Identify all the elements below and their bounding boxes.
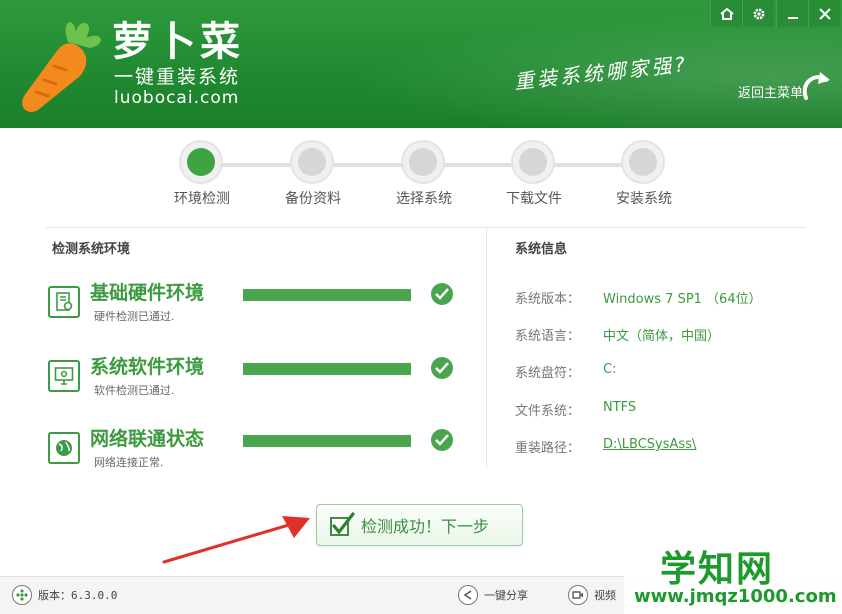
info-value: Windows 7 SP1 （64位） [603, 292, 762, 307]
back-menu-label: 返回主菜单 [738, 86, 804, 101]
step-label: 安装系统 [616, 191, 672, 207]
minimize-button[interactable] [776, 0, 808, 27]
app-header: 萝卜菜 一键重装系统 luobocai.com 重装系统哪家强? 返回主菜单 [0, 0, 842, 128]
close-button[interactable] [808, 0, 840, 27]
step-label: 备份资料 [285, 191, 341, 207]
watermark: 学知网 www.jmqz1000.com [624, 540, 842, 614]
step-download: 下载文件 [492, 138, 568, 212]
check-status: 网络连接正常. [94, 456, 164, 469]
info-os-version: 系统版本： Windows 7 SP1 （64位） [515, 288, 835, 308]
check-status: 软件检测已通过. [94, 384, 175, 397]
monitor-gear-icon [48, 360, 80, 392]
progress-fill [243, 289, 411, 301]
info-label: 系统盘符： [515, 366, 581, 381]
info-label: 重装路径： [515, 441, 581, 456]
checkbox-checked-icon [330, 512, 355, 536]
check-ok-icon [431, 357, 453, 379]
brand-name: 萝卜菜 [112, 19, 244, 65]
check-status: 硬件检测已通过. [94, 310, 175, 323]
next-step-label: 检测成功！下一步 [361, 517, 490, 536]
video-icon [568, 585, 588, 605]
brand-url: luobocai.com [114, 88, 240, 108]
progress-steps: 环境检测 备份资料 选择系统 下载文件 安装系统 [150, 138, 710, 212]
settings-button[interactable] [742, 0, 774, 27]
sysinfo-section-title: 系统信息 [515, 242, 568, 257]
step-label: 下载文件 [506, 191, 562, 207]
check-progress-bar [243, 289, 411, 301]
watermark-url: www.jmqz1000.com [634, 586, 837, 607]
step-indicator [401, 140, 445, 184]
detect-section-title: 检测系统环境 [52, 242, 131, 257]
progress-fill [243, 435, 411, 447]
check-progress-bar [243, 435, 411, 447]
gear-icon [753, 8, 764, 19]
info-label: 系统版本： [515, 292, 581, 307]
home-icon [719, 7, 734, 20]
check-network: 网络联通状态 网络连接正常. [48, 424, 468, 480]
step-indicator [511, 140, 555, 184]
share-icon [458, 585, 478, 605]
step-select-system: 选择系统 [382, 138, 458, 212]
one-click-share-button[interactable]: 一键分享 [458, 585, 528, 605]
step-label: 选择系统 [396, 191, 452, 207]
carrot-logo-icon [22, 22, 102, 113]
share-label: 一键分享 [484, 589, 528, 602]
version-label: 版本：6.3.0.0 [38, 589, 118, 602]
info-file-system: 文件系统： NTFS [515, 400, 835, 420]
next-step-button[interactable]: 检测成功！下一步 [316, 504, 523, 546]
column-divider [486, 228, 487, 468]
version-info: 版本：6.3.0.0 [12, 585, 117, 605]
step-indicator [290, 140, 334, 184]
info-value: NTFS [603, 400, 637, 415]
step-indicator [179, 140, 223, 184]
check-title: 基础硬件环境 [90, 282, 205, 304]
brand-subtitle: 一键重装系统 [114, 66, 241, 88]
check-ok-icon [431, 283, 453, 305]
info-value: C: [603, 362, 617, 377]
content-divider [46, 227, 806, 228]
info-label: 文件系统： [515, 404, 581, 419]
info-language: 系统语言： 中文（简体，中国） [515, 325, 835, 345]
reinstall-path-link[interactable]: D:\LBCSysAss\ [603, 437, 696, 452]
hardware-icon [48, 286, 80, 318]
progress-fill [243, 363, 411, 375]
red-arrow-annotation [162, 516, 310, 564]
step-install: 安装系统 [602, 138, 678, 212]
globe-icon [48, 432, 80, 464]
info-system-drive: 系统盘符： C: [515, 362, 835, 382]
video-label: 视频 [594, 589, 616, 602]
close-icon [818, 7, 831, 20]
info-value: 中文（简体，中国） [603, 329, 721, 344]
return-arrow-icon [802, 72, 830, 100]
minimize-icon [787, 16, 798, 19]
info-reinstall-path: 重装路径： D:\LBCSysAss\ [515, 437, 835, 457]
step-env-check: 环境检测 [160, 138, 236, 212]
step-indicator [621, 140, 665, 184]
info-label: 系统语言： [515, 329, 581, 344]
step-label: 环境检测 [174, 191, 230, 207]
step-backup: 备份资料 [271, 138, 347, 212]
check-progress-bar [243, 363, 411, 375]
check-title: 网络联通状态 [90, 428, 205, 450]
check-title: 系统软件环境 [90, 356, 205, 378]
check-hardware: 基础硬件环境 硬件检测已通过. [48, 278, 468, 334]
check-ok-icon [431, 429, 453, 451]
watermark-title: 学知网 [660, 549, 775, 590]
home-button[interactable] [710, 0, 742, 27]
back-to-menu-button[interactable]: 返回主菜单 [736, 68, 832, 108]
flower-icon [12, 585, 32, 605]
video-button[interactable]: 视频 [568, 585, 616, 605]
check-software: 系统软件环境 软件检测已通过. [48, 352, 468, 408]
